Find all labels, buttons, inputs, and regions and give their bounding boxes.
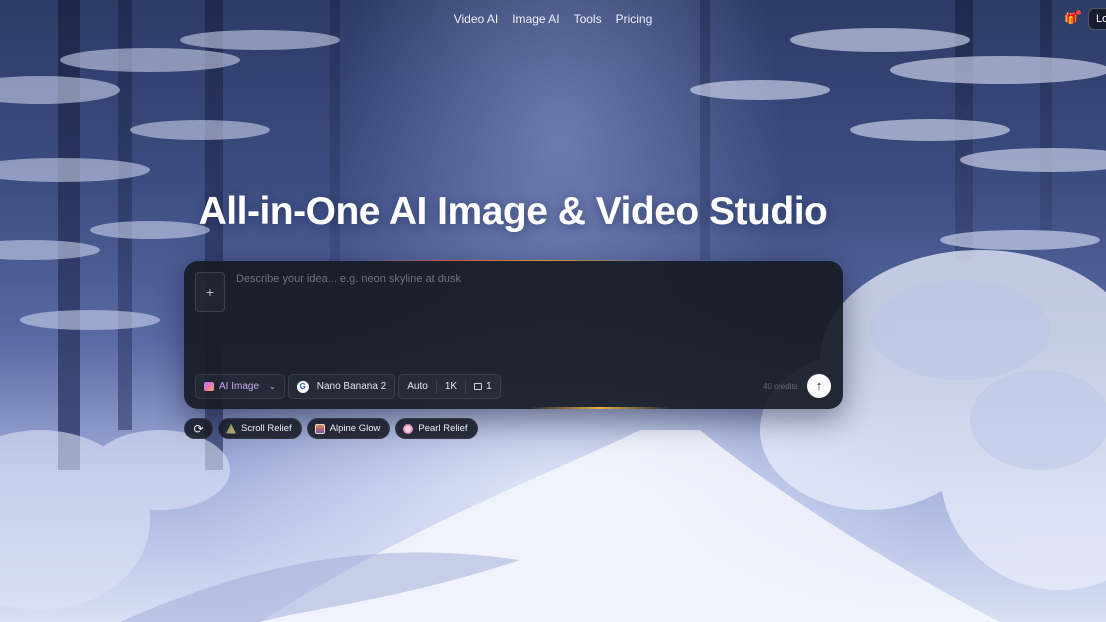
refresh-icon: ⟳ [193, 421, 204, 436]
nav-link-image-ai[interactable]: Image AI [512, 12, 559, 26]
alpine-glow-thumbnail-icon [314, 423, 325, 434]
send-button[interactable]: ↑ [807, 374, 831, 398]
generation-settings[interactable]: Auto 1K 1 [398, 374, 501, 399]
login-button[interactable]: Lo [1088, 8, 1106, 30]
image-icon [204, 382, 214, 391]
suggestion-pills: ⟳ Scroll Relief Alpine Glow Pearl Relief [184, 418, 478, 439]
hero-title: All-in-One AI Image & Video Studio [198, 190, 828, 233]
image-count-label: 1 [486, 381, 492, 392]
image-count: 1 [466, 375, 500, 398]
prompt-input[interactable] [236, 273, 826, 363]
aspect-ratio-label: Auto [407, 381, 428, 392]
credits-label: 40 credits [763, 382, 798, 391]
suggestion-pill[interactable]: Alpine Glow [306, 418, 391, 439]
chevron-down-icon: ⌄ [269, 382, 276, 391]
resolution-label: 1K [444, 381, 458, 392]
suggestion-label: Alpine Glow [329, 423, 381, 434]
prompt-toolbar: AI Image ⌄ G Nano Banana 2 Auto 1K 1 [195, 374, 501, 399]
suggestion-label: Pearl Relief [418, 423, 468, 434]
gift-icon[interactable]: 🎁 [1064, 10, 1081, 26]
add-attachment-button[interactable]: + [195, 272, 225, 312]
model-select[interactable]: G Nano Banana 2 [287, 374, 396, 399]
notification-dot [1076, 10, 1081, 15]
google-icon: G [296, 380, 309, 393]
mode-label: AI Image [219, 381, 260, 392]
panel-glow-bottom [530, 407, 670, 409]
nav-link-video-ai[interactable]: Video AI [454, 12, 498, 26]
mode-select[interactable]: AI Image ⌄ [195, 374, 285, 399]
suggestion-pill[interactable]: Scroll Relief [218, 418, 302, 439]
suggestion-pill[interactable]: Pearl Relief [395, 418, 478, 439]
nav-link-tools[interactable]: Tools [574, 12, 602, 26]
model-label: Nano Banana 2 [316, 381, 387, 392]
pearl-relief-thumbnail-icon [403, 423, 414, 434]
arrow-up-icon: ↑ [815, 378, 823, 393]
top-nav: Video AI Image AI Tools Pricing 🎁 Lo [0, 0, 1106, 38]
nav-right-actions: 🎁 Lo [1064, 8, 1106, 30]
scroll-relief-thumbnail-icon [226, 423, 236, 434]
refresh-suggestions-button[interactable]: ⟳ [184, 418, 213, 439]
image-count-icon [474, 383, 483, 390]
prompt-panel: + AI Image ⌄ G Nano Banana 2 Auto 1K 1 4… [184, 261, 843, 409]
suggestion-label: Scroll Relief [241, 423, 292, 434]
nav-link-pricing[interactable]: Pricing [616, 12, 653, 26]
